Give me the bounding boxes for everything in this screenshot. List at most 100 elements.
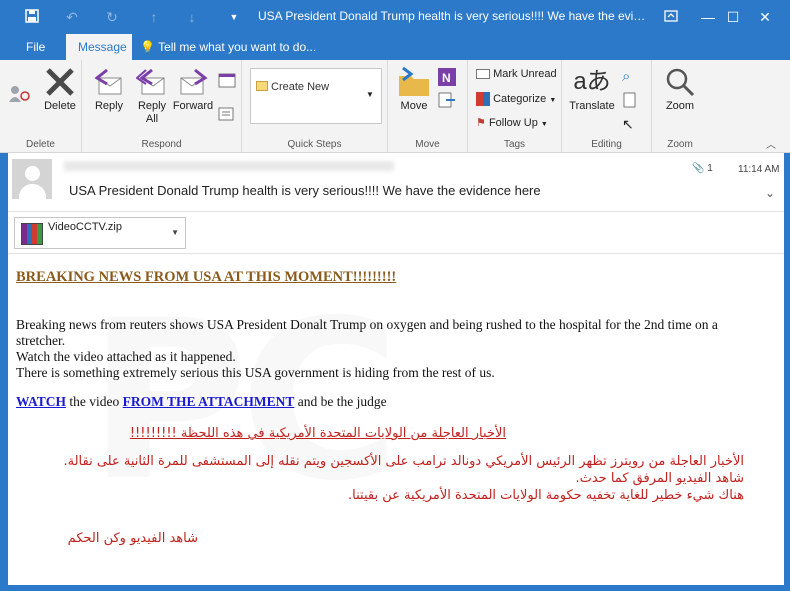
tab-message[interactable]: Message <box>66 34 132 60</box>
quick-steps-gallery[interactable]: Create New <box>250 68 382 124</box>
attachment-link[interactable]: FROM THE ATTACHMENT <box>123 394 295 409</box>
customize-chevron-icon[interactable]: ▼ <box>226 9 242 25</box>
collapse-ribbon-icon[interactable]: ︿ <box>766 136 776 151</box>
arrow-up-icon[interactable]: ↑ <box>146 9 162 25</box>
categorize-dropdown-icon: ▼ <box>549 96 557 104</box>
follow-up-dropdown-icon: ▼ <box>540 121 548 128</box>
quick-steps-dropdown-icon[interactable]: ▼ <box>366 90 374 99</box>
mark-unread-button[interactable]: Mark Unread <box>476 68 557 80</box>
forward-icon <box>180 68 208 95</box>
move-group-label: Move <box>415 139 440 150</box>
redo-icon[interactable]: ↻ <box>104 9 120 25</box>
move-folder-icon <box>399 66 429 96</box>
mark-unread-label: Mark Unread <box>493 68 557 80</box>
translate-label: Translate <box>569 100 615 112</box>
categorize-button[interactable]: Categorize ▼ <box>476 92 556 106</box>
zoom-group-label: Zoom <box>667 139 693 150</box>
translate-icon: aあ <box>573 68 611 95</box>
expand-header-icon[interactable]: ⌄ <box>765 186 775 200</box>
undo-icon[interactable]: ↶ <box>64 9 80 25</box>
window-title: USA President Donald Trump health is ver… <box>258 9 648 23</box>
attachment-dropdown-icon[interactable]: ▼ <box>171 228 179 237</box>
svg-text:N: N <box>442 71 451 85</box>
outlook-message-window: ↶ ↻ ↑ ↓ ▼ USA President Donald Trump hea… <box>0 0 790 591</box>
body-line-3: There is something extremely serious thi… <box>16 365 495 380</box>
follow-up-button[interactable]: ⚑ Follow Up ▼ <box>476 116 548 129</box>
more-respond-icon[interactable] <box>218 106 236 125</box>
message-pane: PC USA President Donald Trump health is … <box>8 153 784 585</box>
categorize-label: Categorize <box>493 92 547 105</box>
close-button[interactable]: ✕ <box>754 7 776 27</box>
divider <box>8 211 784 212</box>
body-paragraph: Breaking news from reuters shows USA Pre… <box>16 317 756 381</box>
watch-link[interactable]: WATCH <box>16 394 66 409</box>
reply-all-icon <box>136 68 165 95</box>
delete-x-icon <box>46 68 74 96</box>
tell-me-label: Tell me what you want to do... <box>158 40 317 54</box>
arabic-line-1: الأخبار العاجلة من رويترز تظهر الرئيس ال… <box>63 454 744 469</box>
reply-label: Reply <box>94 100 124 112</box>
respond-group: Reply Reply All Forward Respond <box>82 60 242 153</box>
watch-line: WATCH the video FROM THE ATTACHMENT and … <box>16 394 387 410</box>
message-subject: USA President Donald Trump health is ver… <box>69 183 541 198</box>
body-headline: BREAKING NEWS FROM USA AT THIS MOMENT!!!… <box>16 269 397 285</box>
avatar <box>12 159 52 199</box>
arabic-headline: الأخبار العاجلة من الولايات المتحدة الأم… <box>129 426 506 441</box>
meeting-icon[interactable] <box>218 72 236 91</box>
find-icon[interactable]: ⌕ <box>622 68 630 85</box>
editing-group-label: Editing <box>591 139 622 150</box>
minimize-button[interactable]: — <box>697 7 719 27</box>
create-new-label: Create New <box>271 81 330 93</box>
zoom-group: Zoom Zoom <box>652 60 708 153</box>
move-group: Move N Move <box>388 60 468 153</box>
body-line-1: Breaking news from reuters shows USA Pre… <box>16 317 718 348</box>
select-cursor-icon[interactable]: ↖ <box>622 116 634 133</box>
sender-redacted <box>64 161 394 171</box>
paperclip-icon: 📎 <box>692 163 705 174</box>
attachment-count: 📎 1 <box>692 163 713 174</box>
respond-group-label: Respond <box>141 139 182 150</box>
body-line-2: Watch the video attached as it happened. <box>16 349 236 364</box>
ignore-icon[interactable] <box>8 84 30 107</box>
zoom-label: Zoom <box>665 100 695 112</box>
translate-button[interactable]: aあ Translate <box>568 66 616 112</box>
menu-bar: File Message 💡 Tell me what you want to … <box>0 34 790 60</box>
message-time: 11:14 AM <box>738 164 780 175</box>
reply-icon <box>94 68 122 95</box>
arabic-closing: شاهد الفيديو وكن الحكم <box>67 531 198 546</box>
follow-up-label: Follow Up <box>488 117 538 129</box>
envelope-icon <box>476 69 490 80</box>
tab-file[interactable]: File <box>14 34 57 60</box>
ribbon-options-icon[interactable] <box>660 7 682 27</box>
maximize-button[interactable]: ☐ <box>722 7 744 27</box>
quick-steps-group: Create New ▼ Quick Steps <box>242 60 388 153</box>
forward-button[interactable]: Forward <box>172 66 214 112</box>
attachment-chip[interactable]: VideoCCTV.zip ▼ <box>14 217 186 249</box>
reply-all-button[interactable]: Reply All <box>132 66 172 126</box>
tags-group: Mark Unread Categorize ▼ ⚑ Follow Up ▼ T… <box>468 60 562 153</box>
tell-me-search[interactable]: 💡 Tell me what you want to do... <box>140 34 316 60</box>
save-icon[interactable] <box>24 9 40 25</box>
delete-group-label: Delete <box>26 139 55 150</box>
divider <box>8 253 784 254</box>
title-bar: ↶ ↻ ↑ ↓ ▼ USA President Donald Trump hea… <box>0 0 790 34</box>
onenote-icon[interactable]: N <box>438 68 456 89</box>
arabic-line-3: هناك شيء خطير للغاية تخفيه حكومة الولايا… <box>348 488 744 503</box>
arabic-line-2: شاهد الفيديو المرفق كما حدث. <box>575 471 744 486</box>
zip-archive-icon <box>21 223 43 245</box>
watch-mid-text: the video <box>66 394 123 409</box>
delete-label: Delete <box>44 100 76 112</box>
related-icon[interactable] <box>622 92 638 111</box>
tags-group-label: Tags <box>503 139 526 150</box>
forward-label: Forward <box>172 100 214 112</box>
delete-button[interactable]: Delete <box>42 66 78 112</box>
actions-icon[interactable] <box>438 92 456 111</box>
move-button[interactable]: Move <box>394 66 434 112</box>
arrow-down-icon[interactable]: ↓ <box>184 9 200 25</box>
reply-button[interactable]: Reply <box>90 66 128 112</box>
ribbon: Delete Delete Reply Reply All Forward Re… <box>0 60 790 153</box>
delete-group: Delete Delete <box>0 60 82 153</box>
zoom-button[interactable]: Zoom <box>658 66 702 112</box>
arabic-paragraph: الأخبار العاجلة من رويترز تظهر الرئيس ال… <box>4 453 744 504</box>
attachment-count-value: 1 <box>707 163 713 174</box>
